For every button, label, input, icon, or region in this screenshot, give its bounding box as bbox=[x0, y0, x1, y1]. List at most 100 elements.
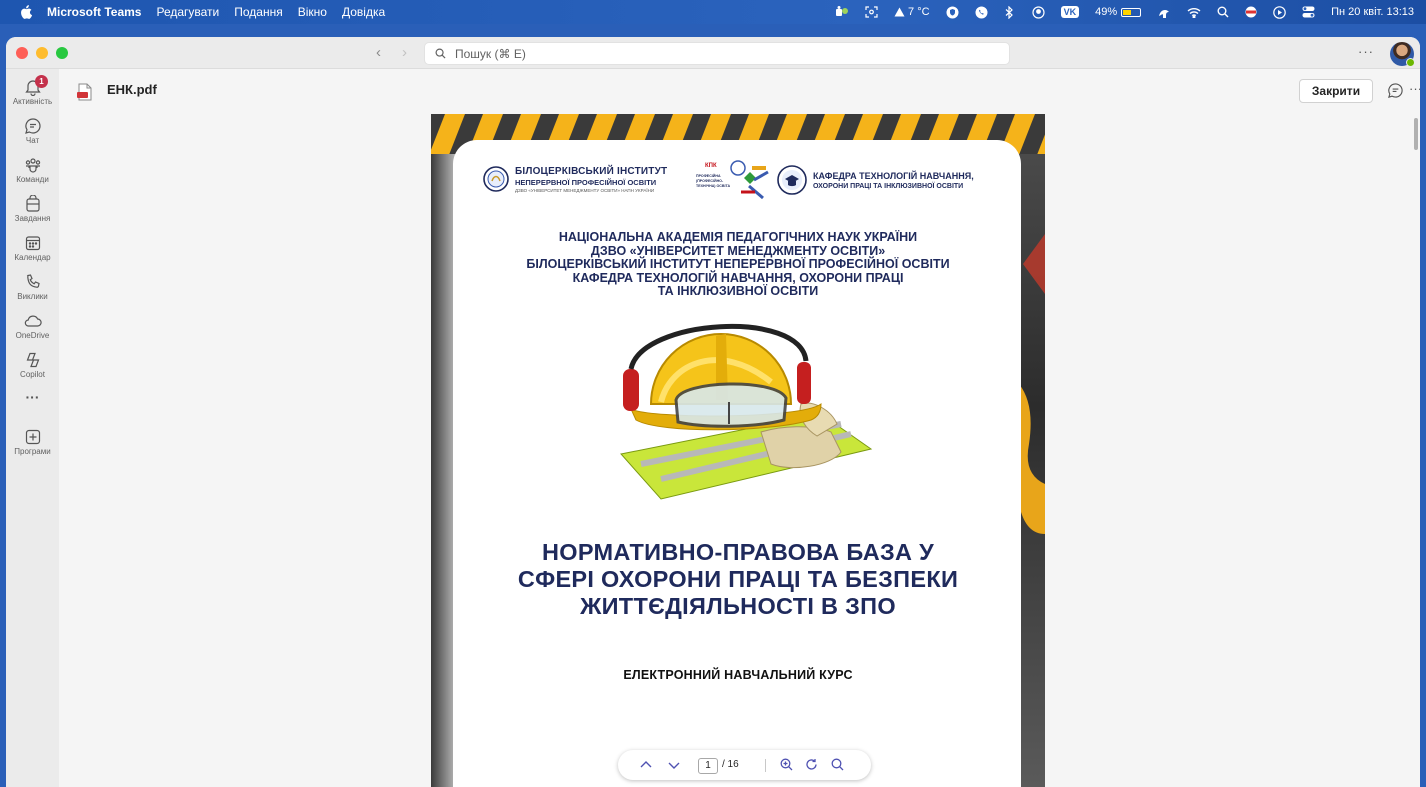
rotate-icon[interactable] bbox=[805, 758, 818, 771]
document-header: ЕНК.pdf Закрити ··· bbox=[59, 69, 1420, 114]
institution-heading: НАЦІОНАЛЬНА АКАДЕМІЯ ПЕДАГОГІЧНИХ НАУК У… bbox=[431, 230, 1045, 299]
copilot-icon bbox=[26, 352, 39, 368]
department-name-line1: КАФЕДРА ТЕХНОЛОГІЙ НАВЧАННЯ, bbox=[813, 171, 974, 181]
page-number-input[interactable]: 1 bbox=[698, 758, 718, 774]
spotlight-search-icon[interactable] bbox=[1217, 5, 1229, 19]
rail-label: Активність bbox=[12, 97, 53, 106]
rail-label: Команди bbox=[16, 175, 49, 184]
rail-label: Copilot bbox=[20, 370, 45, 379]
title-line: НОРМАТИВНО-ПРАВОВА БАЗА У bbox=[541, 539, 935, 565]
kpk-label: КПК bbox=[705, 163, 717, 169]
battery-percent: 49% bbox=[1095, 6, 1118, 18]
more-icon: ··· bbox=[25, 389, 40, 405]
settings-more-button[interactable]: ··· bbox=[1358, 44, 1374, 59]
rail-item-activity[interactable]: 1 Активність bbox=[6, 75, 59, 106]
kpk-text: ПРОФЕСІЙНА (ПРОФЕСІЙНО-ТЕХНІЧНА) ОСВІТА bbox=[696, 174, 731, 188]
flag-icon[interactable] bbox=[1245, 5, 1257, 19]
battery-indicator[interactable]: 49% bbox=[1095, 5, 1142, 19]
menu-edit[interactable]: Редагувати bbox=[156, 5, 219, 19]
search-in-document-icon[interactable] bbox=[831, 758, 844, 771]
zoom-in-icon[interactable] bbox=[780, 758, 793, 771]
tasks-icon bbox=[25, 195, 40, 212]
institute-name-line1: БІЛОЦЕРКІВСЬКИЙ ІНСТИТУТ bbox=[515, 166, 668, 177]
close-document-button[interactable]: Закрити bbox=[1299, 79, 1373, 103]
activity-badge: 1 bbox=[35, 75, 48, 88]
menu-window[interactable]: Вікно bbox=[298, 5, 327, 19]
rail-item-chat[interactable]: Чат bbox=[6, 117, 59, 145]
apple-icon[interactable] bbox=[20, 5, 32, 19]
play-icon[interactable] bbox=[1273, 5, 1286, 19]
weather-temperature: 7 °C bbox=[908, 6, 930, 18]
rail-item-calendar[interactable]: Календар bbox=[6, 234, 59, 262]
weather-widget[interactable]: 7 °C bbox=[894, 5, 930, 19]
pdf-viewer[interactable]: БІЛОЦЕРКІВСЬКИЙ ІНСТИТУТ НЕПЕРЕРВНОЇ ПРО… bbox=[59, 114, 1420, 787]
chevron-up-icon[interactable] bbox=[640, 760, 652, 770]
teams-icon bbox=[25, 158, 40, 173]
viber-icon[interactable] bbox=[975, 5, 988, 19]
app-bar: 1 Активність Чат Команди Завдання Календ… bbox=[6, 69, 59, 787]
app-name-menu[interactable]: Microsoft Teams bbox=[47, 5, 141, 19]
chevron-down-icon[interactable] bbox=[668, 760, 680, 770]
presence-available-indicator bbox=[1406, 58, 1415, 67]
cloud-icon bbox=[24, 315, 42, 327]
rail-item-copilot[interactable]: Copilot bbox=[6, 351, 59, 379]
more-options-button[interactable]: ··· bbox=[1409, 81, 1420, 96]
rail-item-apps[interactable]: Програми bbox=[6, 428, 59, 456]
user-status-icon[interactable] bbox=[1031, 5, 1045, 19]
heading-line: КАФЕДРА ТЕХНОЛОГІЙ НАВЧАННЯ, ОХОРОНИ ПРА… bbox=[572, 270, 904, 285]
search-placeholder: Пошук (⌘ E) bbox=[455, 46, 526, 61]
menu-help[interactable]: Довідка bbox=[342, 5, 385, 19]
battery-icon bbox=[1121, 7, 1142, 17]
pdf-page-toolbar: 1 / 16 bbox=[618, 750, 871, 780]
minimize-window-button[interactable] bbox=[36, 47, 48, 59]
toolbar-divider bbox=[765, 759, 766, 772]
shield-status-icon[interactable] bbox=[946, 5, 959, 19]
macos-menu-bar: Microsoft Teams Редагувати Подання Вікно… bbox=[0, 0, 1426, 24]
department-logo bbox=[777, 165, 807, 195]
teams-window: ‹ › Пошук (⌘ E) ··· 1 Активність Чат Ком… bbox=[6, 37, 1420, 787]
back-arrow-icon[interactable]: ‹ bbox=[376, 44, 381, 61]
wifi-icon[interactable] bbox=[1187, 5, 1201, 19]
rail-label: OneDrive bbox=[15, 331, 50, 340]
phone-icon bbox=[26, 274, 40, 288]
menu-view[interactable]: Подання bbox=[234, 5, 282, 19]
institute-name-line3: ДЗВО «УНІВЕРСИТЕТ МЕНЕДЖМЕНТУ ОСВІТИ» НА… bbox=[515, 188, 655, 193]
rail-more-button[interactable]: ··· bbox=[6, 389, 59, 405]
safety-gear-illustration bbox=[620, 323, 873, 500]
screen-capture-icon[interactable] bbox=[865, 5, 878, 19]
close-window-button[interactable] bbox=[16, 47, 28, 59]
calendar-icon bbox=[25, 236, 40, 251]
heading-line: ДЗВО «УНІВЕРСИТЕТ МЕНЕДЖМЕНТУ ОСВІТИ» bbox=[590, 243, 886, 258]
add-apps-icon bbox=[25, 429, 40, 445]
heading-line: ТА ІНКЛЮЗИВНОЇ ОСВІТИ bbox=[657, 284, 819, 298]
title-line: СФЕРІ ОХОРОНИ ПРАЦІ ТА БЕЗПЕКИ bbox=[517, 566, 959, 592]
rail-item-teams[interactable]: Команди bbox=[6, 156, 59, 184]
institute-logo bbox=[483, 166, 509, 192]
battery-level-fill bbox=[1123, 9, 1132, 15]
rail-item-calls[interactable]: Виклики bbox=[6, 273, 59, 301]
forward-arrow-icon[interactable]: › bbox=[402, 44, 407, 61]
fingerprint-icon[interactable] bbox=[1157, 5, 1171, 19]
control-center-icon[interactable] bbox=[1302, 5, 1315, 19]
title-bar: ‹ › Пошук (⌘ E) ··· bbox=[6, 37, 1420, 69]
rail-item-onedrive[interactable]: OneDrive bbox=[6, 312, 59, 340]
rail-label: Чат bbox=[25, 136, 40, 145]
search-icon bbox=[435, 48, 446, 59]
chat-icon bbox=[24, 118, 41, 134]
rail-label: Календар bbox=[14, 253, 51, 262]
zoom-window-button[interactable] bbox=[56, 47, 68, 59]
status-app-icon[interactable] bbox=[835, 5, 849, 19]
clock-datetime[interactable]: Пн 20 квіт. 13:13 bbox=[1331, 6, 1414, 18]
chat-icon[interactable] bbox=[1387, 82, 1404, 99]
document-title: ЕНК.pdf bbox=[107, 82, 157, 97]
bluetooth-icon[interactable] bbox=[1004, 5, 1016, 19]
vertical-scrollbar[interactable] bbox=[1414, 118, 1418, 150]
rail-item-tasks[interactable]: Завдання bbox=[6, 195, 59, 223]
rail-label: Програми bbox=[14, 447, 51, 456]
department-name-line2: ОХОРОНИ ПРАЦІ ТА ІНКЛЮЗИВНОЇ ОСВІТИ bbox=[813, 183, 964, 190]
avatar[interactable] bbox=[1390, 42, 1415, 67]
page-total: / 16 bbox=[722, 759, 739, 770]
search-input[interactable]: Пошук (⌘ E) bbox=[424, 42, 1010, 65]
heading-line: БІЛОЦЕРКІВСЬКИЙ ІНСТИТУТ НЕПЕРЕРВНОЇ ПРО… bbox=[526, 257, 950, 271]
vk-icon[interactable]: VK bbox=[1060, 6, 1080, 18]
